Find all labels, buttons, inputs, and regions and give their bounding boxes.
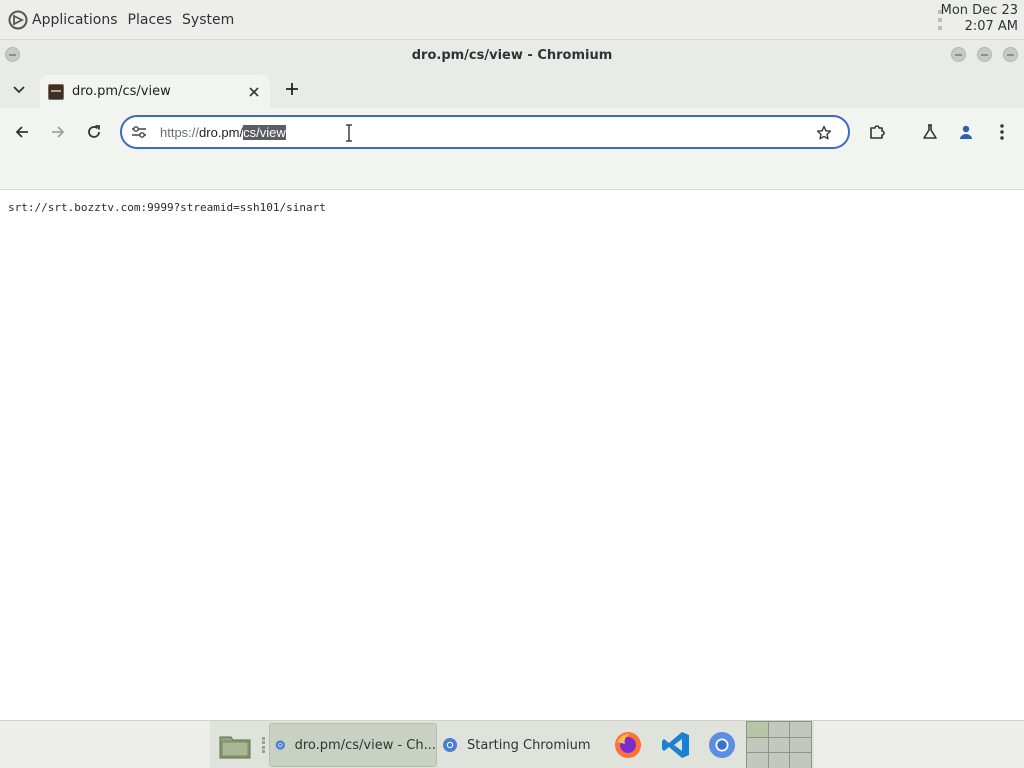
back-button[interactable] bbox=[10, 120, 34, 144]
chromium-icon bbox=[443, 738, 457, 752]
tab-close-button[interactable] bbox=[244, 82, 264, 102]
flask-icon bbox=[923, 124, 937, 139]
extensions-button[interactable] bbox=[865, 120, 889, 144]
workspace-2[interactable] bbox=[768, 722, 790, 737]
labs-button[interactable] bbox=[918, 120, 942, 144]
taskbar-item-label: dro.pm/cs/view - Ch... bbox=[294, 737, 436, 753]
workspace-9[interactable] bbox=[790, 753, 811, 768]
workspace-switcher[interactable] bbox=[746, 721, 812, 768]
url-scheme: https:// bbox=[160, 124, 200, 140]
workspace-1[interactable] bbox=[747, 722, 768, 737]
places-menu[interactable]: Places bbox=[123, 0, 178, 40]
browser-toolbar: https://dro.pm/cs/view bbox=[0, 108, 1024, 156]
tab-search-button[interactable] bbox=[8, 79, 30, 101]
maximize-button[interactable] bbox=[977, 47, 992, 62]
vscode-launcher[interactable] bbox=[660, 729, 692, 761]
url-selected-path: cs/view bbox=[243, 124, 286, 140]
window-title: dro.pm/cs/view - Chromium bbox=[411, 47, 613, 63]
arrow-right-icon bbox=[52, 126, 65, 138]
profile-button[interactable] bbox=[954, 120, 978, 144]
system-label: System bbox=[182, 11, 235, 28]
workspace-3[interactable] bbox=[790, 722, 811, 737]
new-tab-button[interactable] bbox=[282, 79, 302, 99]
chrome-menu-button[interactable] bbox=[990, 120, 1014, 144]
chromium-icon bbox=[275, 740, 285, 750]
firefox-launcher[interactable] bbox=[612, 729, 644, 761]
workspace-5[interactable] bbox=[768, 737, 790, 753]
plus-icon bbox=[286, 83, 298, 95]
minimize-button[interactable] bbox=[951, 47, 966, 62]
url-text[interactable]: https://dro.pm/cs/view bbox=[160, 124, 286, 140]
places-label: Places bbox=[127, 11, 173, 28]
page-text: srt://srt.bozztv.com:9999?streamid=ssh10… bbox=[8, 201, 326, 214]
tune-icon bbox=[132, 126, 146, 138]
puzzle-icon bbox=[870, 125, 885, 139]
taskbar-item-label: Starting Chromium bbox=[467, 737, 591, 753]
reload-icon bbox=[88, 125, 100, 138]
clock-date: Mon Dec 23 bbox=[940, 3, 1018, 18]
star-icon bbox=[816, 125, 832, 140]
vscode-icon bbox=[662, 732, 689, 758]
window-titlebar[interactable]: dro.pm/cs/view - Chromium bbox=[0, 40, 1024, 70]
window-menu-button[interactable] bbox=[5, 47, 20, 62]
applications-menu[interactable]: Applications bbox=[0, 0, 123, 40]
arrow-left-icon bbox=[15, 126, 28, 138]
close-icon bbox=[249, 86, 259, 97]
clock-time: 2:07 AM bbox=[964, 19, 1018, 34]
chromium-icon bbox=[709, 732, 735, 758]
tab-title: dro.pm/cs/view bbox=[72, 84, 171, 99]
tab-active[interactable]: dro.pm/cs/view bbox=[40, 75, 270, 108]
chevron-down-icon bbox=[13, 86, 25, 94]
taskbar-item-chromium-window[interactable]: dro.pm/cs/view - Ch... bbox=[269, 723, 437, 767]
workspace-6[interactable] bbox=[790, 737, 811, 753]
firefox-icon bbox=[615, 732, 641, 758]
reload-button[interactable] bbox=[82, 120, 106, 144]
taskbar-item-starting-chromium[interactable]: Starting Chromium bbox=[440, 723, 600, 767]
distro-logo-icon bbox=[8, 10, 28, 29]
url-host: dro.pm/ bbox=[199, 124, 244, 140]
address-bar[interactable]: https://dro.pm/cs/view bbox=[120, 115, 850, 149]
bookmark-star-button[interactable] bbox=[814, 123, 834, 143]
top-panel: Applications Places System Mon Dec 23 2:… bbox=[0, 0, 1024, 40]
taskbar-grip[interactable] bbox=[262, 737, 266, 753]
person-icon bbox=[960, 125, 972, 139]
close-window-button[interactable] bbox=[1003, 47, 1018, 62]
show-desktop-icon[interactable] bbox=[219, 733, 251, 759]
page-content: srt://srt.bozztv.com:9999?streamid=ssh10… bbox=[0, 190, 1024, 720]
applications-label: Applications bbox=[32, 11, 118, 28]
workspace-7[interactable] bbox=[747, 753, 768, 768]
system-menu[interactable]: System bbox=[177, 0, 239, 40]
kebab-menu-icon bbox=[1000, 124, 1004, 140]
bottom-panel: dro.pm/cs/view - Ch... Starting Chromium bbox=[0, 720, 1024, 768]
forward-button[interactable] bbox=[46, 120, 70, 144]
tab-strip: dro.pm/cs/view bbox=[0, 70, 1024, 108]
bookmarks-bar bbox=[0, 156, 1024, 190]
workspace-8[interactable] bbox=[768, 753, 790, 768]
chromium-launcher[interactable] bbox=[706, 729, 738, 761]
site-favicon-icon bbox=[48, 83, 64, 100]
text-cursor-icon bbox=[346, 124, 352, 142]
workspace-4[interactable] bbox=[747, 737, 768, 753]
clock[interactable]: Mon Dec 23 2:07 AM bbox=[941, 3, 1018, 35]
site-info-button[interactable] bbox=[130, 123, 148, 141]
